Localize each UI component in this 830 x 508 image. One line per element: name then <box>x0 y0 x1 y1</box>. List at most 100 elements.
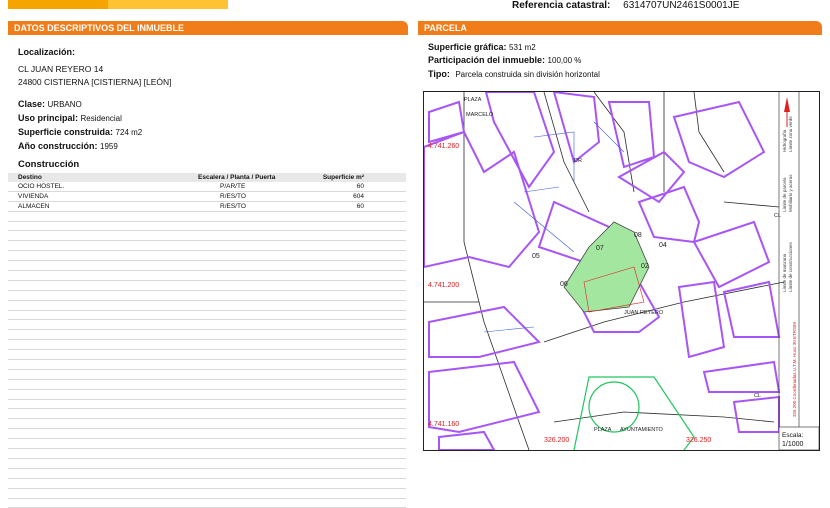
table-header: Destino Escalera / Planta / Puerta Super… <box>8 173 406 182</box>
table-row-empty <box>8 409 406 419</box>
table-row-empty <box>8 241 406 251</box>
parcel-label: 02 <box>641 263 649 270</box>
sup-grafica-value: 531 m2 <box>509 43 536 52</box>
table-row-empty <box>8 459 406 469</box>
coord-label: 4.741.160 <box>428 421 459 428</box>
header-color-bar-light <box>108 0 228 9</box>
parcel-label: 06 <box>560 281 568 288</box>
table-row-empty <box>8 449 406 459</box>
cell-destino: ALMACEN <box>18 202 49 211</box>
col-superficie: Superficie m² <box>323 173 364 182</box>
cell-destino: OCIO HOSTEL. <box>18 182 64 191</box>
green-zone <box>574 377 694 450</box>
superficie-value: 724 m2 <box>116 128 143 137</box>
table-row-empty <box>8 439 406 449</box>
table-row-empty <box>8 429 406 439</box>
anio-label: Año construcción: <box>18 141 98 151</box>
legend-item: Límite zona verde <box>788 116 793 152</box>
section-header-parcela: PARCELA <box>418 21 822 35</box>
table-row-empty <box>8 489 406 499</box>
table-row-empty <box>8 390 406 400</box>
table-row-empty <box>8 380 406 390</box>
street-label: JUAN REYERO <box>624 310 664 316</box>
scale-value: 1/1000 <box>782 441 804 448</box>
table-row-empty <box>8 222 406 232</box>
cell-superficie: 60 <box>357 202 364 211</box>
coord-label: 326.250 <box>686 437 711 444</box>
cadastral-reference: Referencia catastral: 6314707UN2461S0001… <box>512 0 739 12</box>
clase-value: URBANO <box>48 100 82 109</box>
table-row-empty <box>8 350 406 360</box>
crs-text: 326.200 Coordenadas U.T.M. Huso 30 ETRS8… <box>792 321 797 417</box>
participacion-field: Participación del inmueble: 100,00 % <box>428 54 581 67</box>
table-row-empty <box>8 340 406 350</box>
cell-escalera: P/AR/TE <box>220 182 245 191</box>
anio-value: 1959 <box>100 142 118 151</box>
table-row: VIVIENDA R/ES/TO 604 <box>8 192 406 202</box>
table-row-empty <box>8 281 406 291</box>
table-row: ALMACEN R/ES/TO 60 <box>8 202 406 212</box>
table-row-empty <box>8 330 406 340</box>
legend-item: Límite de parcela <box>782 177 787 212</box>
anio-field: Año construcción: 1959 <box>18 140 118 153</box>
map-legend: Límite de parcela Mobiliario y aceras Lí… <box>782 116 797 417</box>
localizacion-label: Localización: <box>18 46 75 58</box>
table-row-empty <box>8 251 406 261</box>
uso-label: Uso principal: <box>18 113 78 123</box>
parcel-label: 08 <box>634 232 642 239</box>
table-row-empty <box>8 212 406 222</box>
clase-field: Clase: URBANO <box>18 98 82 111</box>
ref-label: Referencia catastral: <box>512 0 610 11</box>
tipo-value: Parcela construida sin división horizont… <box>455 70 600 79</box>
table-row-empty <box>8 469 406 479</box>
cadastral-map: 4.741.260 4.741.200 4.741.160 326.200 32… <box>423 91 820 451</box>
street-label: MARCELO <box>466 112 494 118</box>
cell-escalera: R/ES/TO <box>220 202 246 211</box>
table-row-empty <box>8 419 406 429</box>
cell-superficie: 60 <box>357 182 364 191</box>
clase-label: Clase: <box>18 99 45 109</box>
cell-destino: VIVIENDA <box>18 192 48 201</box>
construccion-title: Construcción <box>18 159 79 171</box>
scale-label: Escala: <box>782 432 804 439</box>
cell-escalera: R/ES/TO <box>220 192 246 201</box>
section-header-descriptive: DATOS DESCRIPTIVOS DEL INMUEBLE <box>8 21 408 35</box>
sup-grafica-field: Superficie gráfica: 531 m2 <box>428 41 536 54</box>
col-destino: Destino <box>18 173 42 182</box>
table-row: OCIO HOSTEL. P/AR/TE 60 <box>8 182 406 192</box>
construction-table: Destino Escalera / Planta / Puerta Super… <box>8 173 406 508</box>
superficie-label: Superficie construida: <box>18 127 113 137</box>
table-row-empty <box>8 360 406 370</box>
cell-superficie: 604 <box>353 192 364 201</box>
table-row-empty <box>8 271 406 281</box>
table-row-empty <box>8 261 406 271</box>
table-body: OCIO HOSTEL. P/AR/TE 60 VIVIENDA R/ES/TO 604… <box>8 182 406 212</box>
table-row-empty <box>8 479 406 489</box>
ref-value: 6314707UN2461S0001JE <box>623 0 739 11</box>
parcel-label: 07 <box>596 245 604 252</box>
parcel-label: 05 <box>532 253 540 260</box>
table-row-empty <box>8 311 406 321</box>
participacion-value: 100,00 % <box>548 56 582 65</box>
legend-item: Límite de manzana <box>782 253 787 292</box>
tipo-label: Tipo: <box>428 69 450 79</box>
legend-item: Hidrografía <box>782 129 787 152</box>
table-row-empty <box>8 400 406 410</box>
street-label: DR <box>574 158 582 164</box>
table-row-empty <box>8 291 406 301</box>
legend-item: Límite de construcciones <box>788 241 793 292</box>
street-label: PLAZA <box>464 97 482 103</box>
table-row-empty <box>8 301 406 311</box>
address-line1: CL JUAN REYERO 14 <box>18 64 103 74</box>
sup-grafica-label: Superficie gráfica: <box>428 42 507 52</box>
street-label: CL <box>774 213 781 219</box>
table-row-empty <box>8 499 406 508</box>
coord-label: 4.741.260 <box>428 143 459 150</box>
superficie-field: Superficie construida: 724 m2 <box>18 126 142 139</box>
tipo-field: Tipo: Parcela construida sin división ho… <box>428 68 600 81</box>
table-empty-rows <box>8 212 406 508</box>
street-label: PLAZA <box>594 427 612 433</box>
uso-field: Uso principal: Residencial <box>18 112 122 125</box>
address-line2: 24800 CISTIERNA [CISTIERNA] [LEÓN] <box>18 77 172 87</box>
parcel-label: 04 <box>659 242 667 249</box>
